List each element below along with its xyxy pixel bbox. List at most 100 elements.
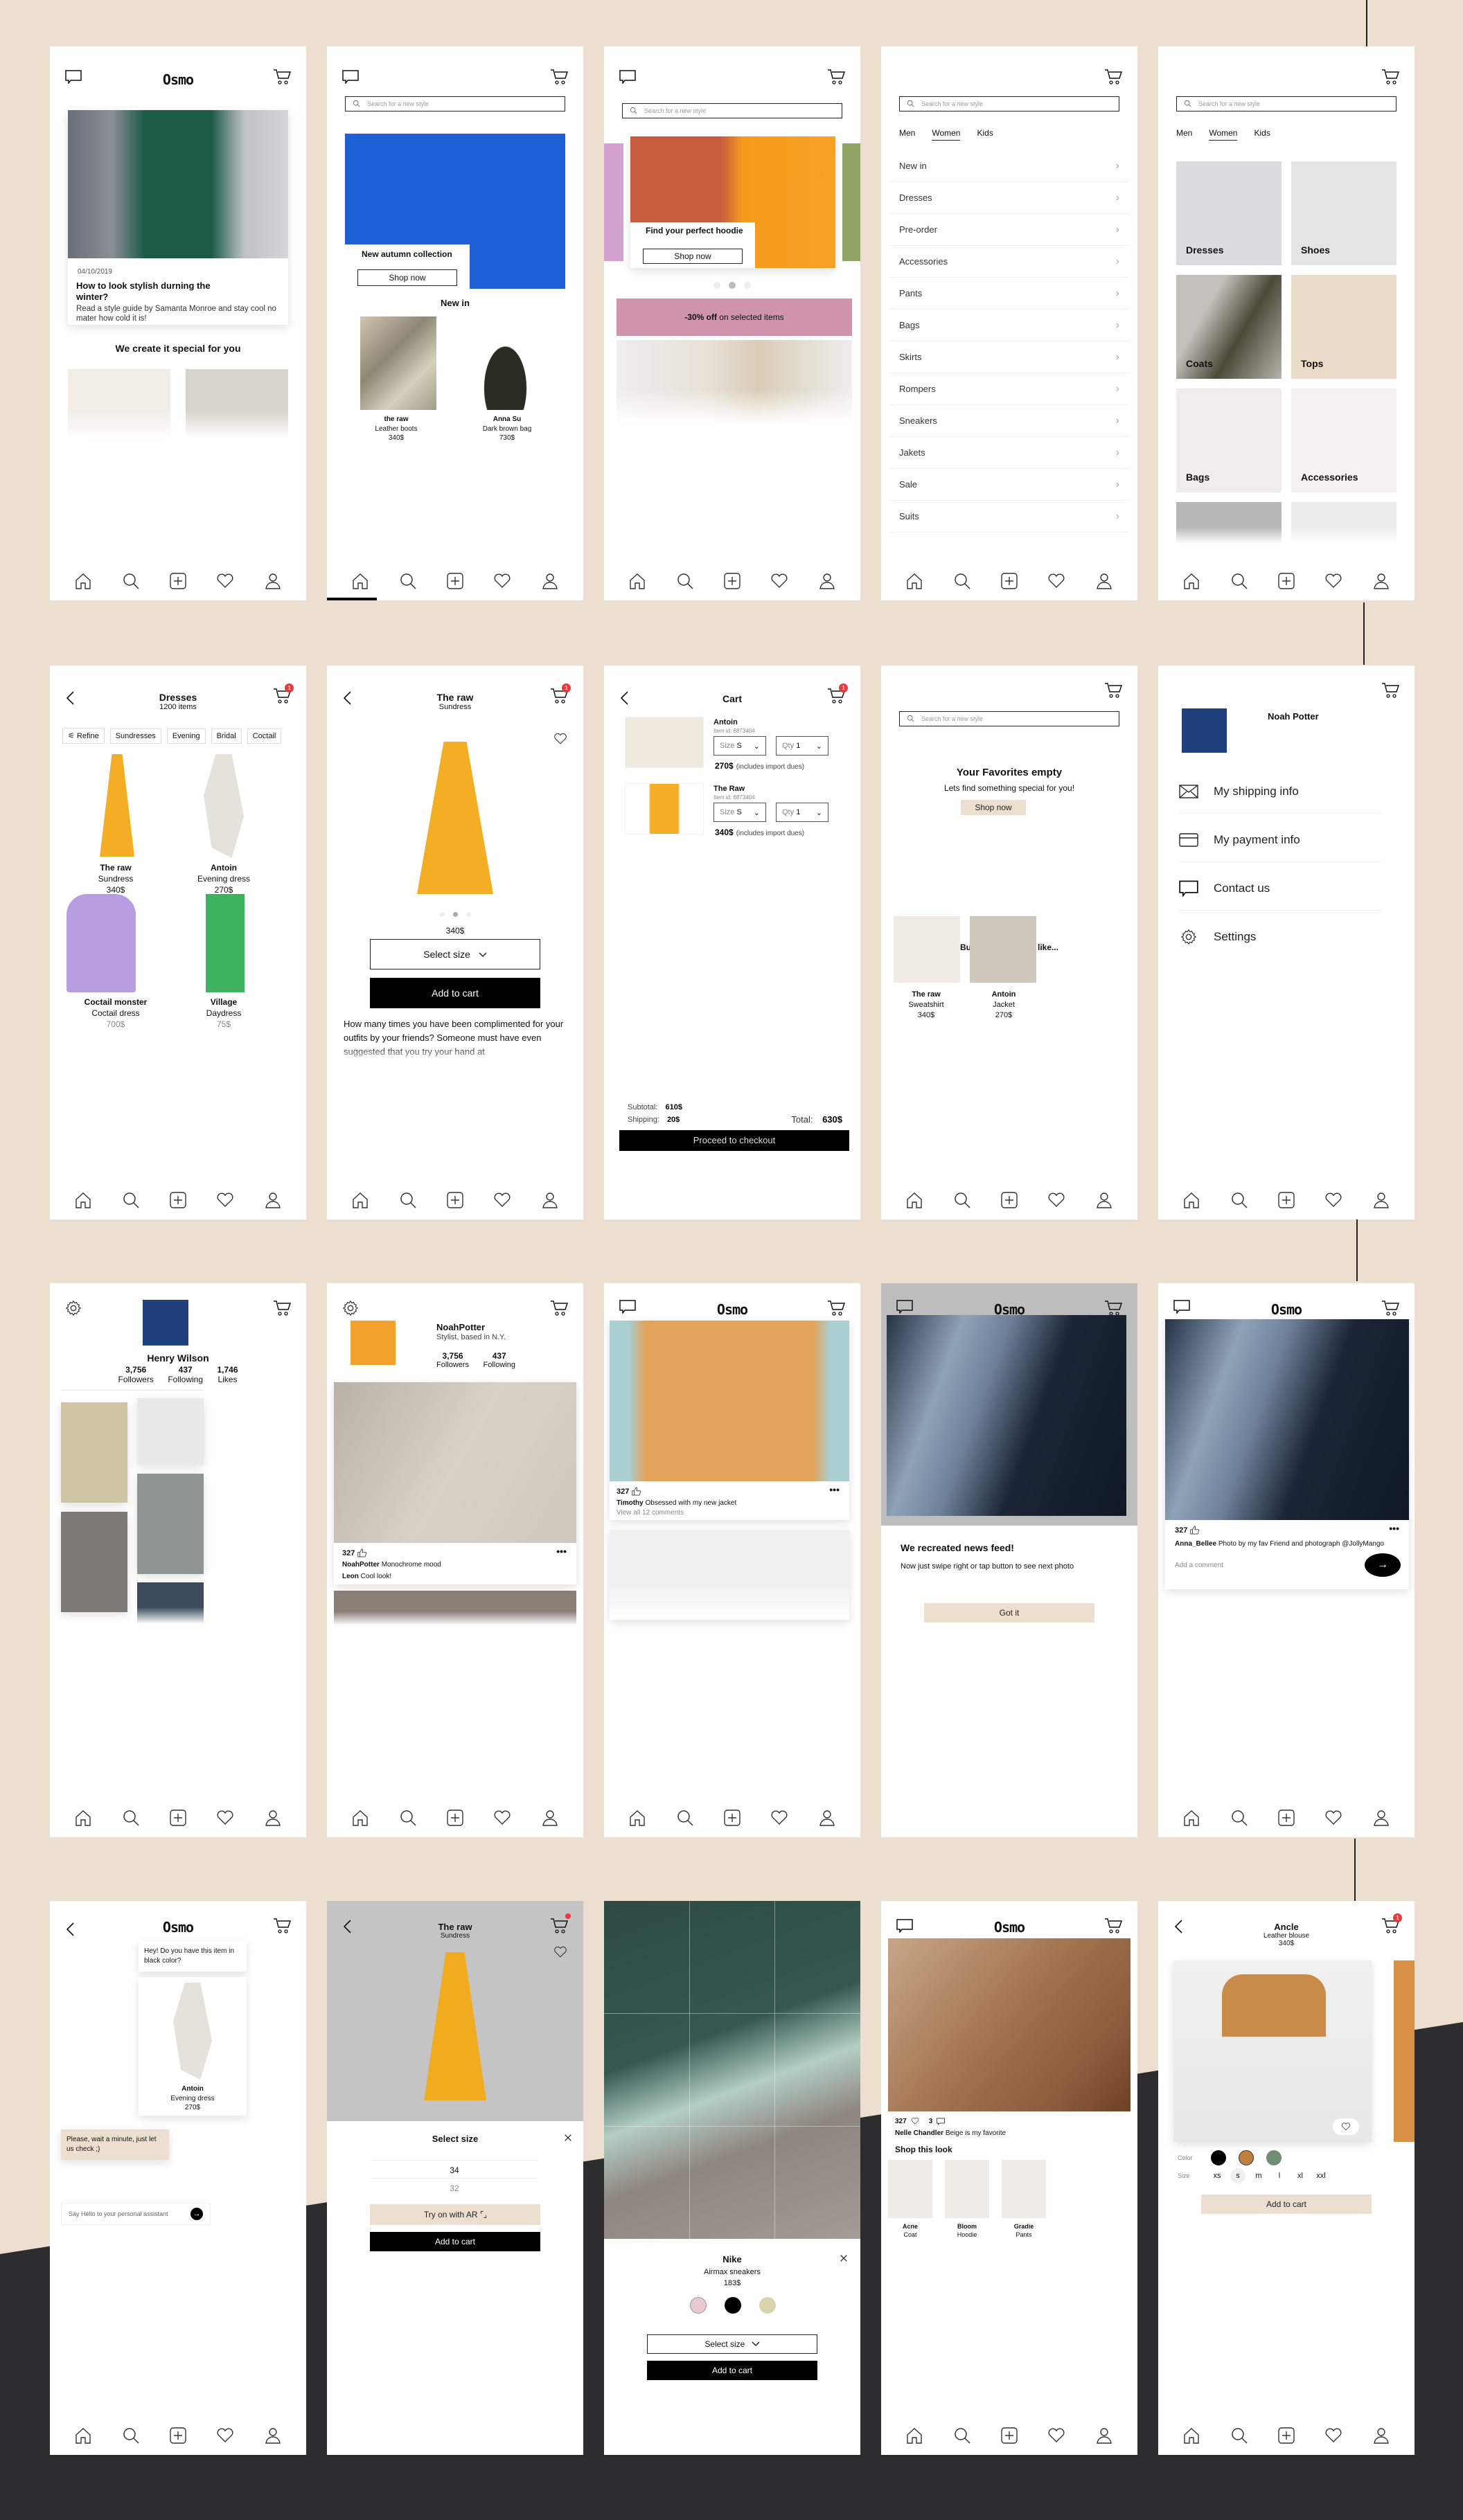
add-icon[interactable] [169, 2427, 187, 2445]
heart-icon[interactable] [216, 2427, 234, 2445]
cart-item-photo[interactable] [625, 783, 704, 834]
stat-followers[interactable]: 3,756 Followers [118, 1365, 154, 1384]
post-photo[interactable] [610, 1321, 849, 1481]
search-input[interactable]: Search for a new style [899, 711, 1119, 726]
heart-icon[interactable] [770, 572, 788, 590]
home-icon[interactable] [628, 572, 646, 590]
home-icon[interactable] [1182, 1809, 1200, 1827]
product-photo[interactable] [894, 916, 960, 983]
product-photo[interactable] [417, 742, 493, 894]
category-tile-dresses[interactable]: Dresses [1176, 161, 1282, 265]
shop-now-button[interactable]: Shop now [357, 269, 457, 286]
comment-icon[interactable] [937, 2118, 945, 2125]
caption-user[interactable]: Anna_Bellee [1175, 1540, 1216, 1548]
category-row[interactable]: New in › [889, 150, 1129, 182]
color-swatch[interactable] [725, 2297, 741, 2314]
carousel-next-slide[interactable] [842, 143, 860, 261]
close-icon[interactable] [564, 2134, 572, 2142]
next-post-button[interactable]: → [1365, 1553, 1401, 1577]
product-card[interactable]: The raw Sweatshirt 340$ [881, 990, 971, 1021]
tab-women[interactable]: Women [1209, 128, 1238, 141]
gallery-photo[interactable] [137, 1582, 204, 1624]
product-photo[interactable] [206, 894, 245, 992]
post-photo[interactable] [1165, 1319, 1409, 1520]
color-swatch[interactable] [759, 2297, 776, 2314]
cart-icon[interactable] [1381, 682, 1399, 699]
heart-icon[interactable] [216, 572, 234, 590]
cart-icon[interactable] [273, 1918, 291, 1934]
add-icon[interactable] [1277, 1191, 1295, 1209]
search-icon[interactable] [953, 572, 971, 590]
heart-icon[interactable] [1047, 1191, 1065, 1209]
cart-icon[interactable] [1104, 682, 1122, 699]
product-photo[interactable] [68, 369, 170, 438]
tab-kids[interactable]: Kids [1254, 128, 1270, 141]
more-options-icon[interactable]: ••• [829, 1484, 840, 1495]
product-card[interactable]: Village Daydress 75$ [172, 997, 276, 1030]
ar-camera-view[interactable] [604, 1901, 860, 2239]
profile-icon[interactable] [818, 1809, 836, 1827]
profile-icon[interactable] [1372, 2427, 1390, 2445]
comment-user[interactable]: Leon [342, 1573, 359, 1580]
heart-icon[interactable] [216, 1191, 234, 1209]
product-photo[interactable] [204, 754, 244, 858]
cart-icon[interactable] [1104, 1918, 1122, 1934]
close-icon[interactable] [840, 2254, 848, 2262]
search-icon[interactable] [953, 1191, 971, 1209]
cart-icon[interactable] [550, 1913, 571, 1934]
search-icon[interactable] [953, 2427, 971, 2445]
home-icon[interactable] [74, 1191, 92, 1209]
search-input[interactable]: Search for a new style [622, 103, 842, 118]
product-photo[interactable] [186, 369, 288, 438]
filter-chip[interactable]: Sundresses [109, 729, 161, 744]
heart-icon[interactable] [493, 1191, 511, 1209]
add-icon[interactable] [446, 1191, 464, 1209]
profile-icon[interactable] [264, 572, 282, 590]
color-swatch[interactable] [1211, 2150, 1226, 2165]
profile-icon[interactable] [541, 572, 559, 590]
add-to-cart-button[interactable]: Add to cart [647, 2361, 817, 2380]
search-input[interactable]: Search for a new style [1176, 96, 1396, 111]
cart-icon[interactable] [550, 69, 568, 85]
category-row[interactable]: Pants › [889, 278, 1129, 310]
caption-user[interactable]: NoahPotter [342, 1561, 380, 1569]
like-count[interactable]: 327 [342, 1548, 367, 1557]
cart-icon[interactable] [1104, 1300, 1122, 1316]
checkout-button[interactable]: Proceed to checkout [619, 1130, 849, 1151]
promo-banner[interactable]: -30% off on selected items [617, 298, 852, 336]
category-row[interactable]: Sale › [889, 469, 1129, 501]
heart-icon[interactable] [1324, 1191, 1342, 1209]
home-icon[interactable] [1182, 2427, 1200, 2445]
category-tile-shoes[interactable]: Shoes [1291, 161, 1396, 265]
look-product[interactable]: Bloom Hoodie [945, 2222, 989, 2239]
try-ar-button[interactable]: Try on with AR ⌜⌟ [370, 2204, 540, 2225]
home-icon[interactable] [351, 572, 369, 590]
size-select[interactable]: Size S ⌄ [713, 803, 766, 822]
product-card[interactable]: Coctail monster Coctail dress 700$ [64, 997, 168, 1030]
profile-icon[interactable] [1095, 572, 1113, 590]
product-card[interactable]: Anna Su Dark brown bag 730$ [459, 415, 556, 443]
product-photo-bag[interactable] [472, 323, 538, 410]
more-options-icon[interactable]: ••• [1389, 1523, 1399, 1534]
tab-men[interactable]: Men [1176, 128, 1192, 141]
heart-icon[interactable] [216, 1809, 234, 1827]
category-row[interactable]: Skirts › [889, 341, 1129, 373]
refine-filter-button[interactable]: ⚟ Refine [62, 728, 105, 744]
home-icon[interactable] [1182, 1191, 1200, 1209]
home-icon[interactable] [905, 1191, 923, 1209]
product-card[interactable]: Antoin Jacket 270$ [959, 990, 1049, 1021]
add-to-cart-button[interactable]: Add to cart [370, 2232, 540, 2251]
search-icon[interactable] [122, 1809, 140, 1827]
home-icon[interactable] [351, 1809, 369, 1827]
add-icon[interactable] [1000, 2427, 1018, 2445]
heart-icon[interactable] [493, 1809, 511, 1827]
carousel-dot[interactable] [466, 912, 471, 917]
filter-chip[interactable]: Coctail [247, 729, 282, 744]
qty-select[interactable]: Qty 1 ⌄ [776, 803, 828, 822]
chat-product-card[interactable]: Antoin Evening dress 270$ [139, 1977, 247, 2116]
profile-icon[interactable] [1372, 572, 1390, 590]
category-row[interactable]: Bags › [889, 310, 1129, 341]
favorite-heart-icon[interactable] [553, 732, 568, 746]
category-row[interactable]: Suits › [889, 501, 1129, 533]
article-card[interactable]: 04/10/2019 How to look stylish durning t… [68, 110, 288, 325]
